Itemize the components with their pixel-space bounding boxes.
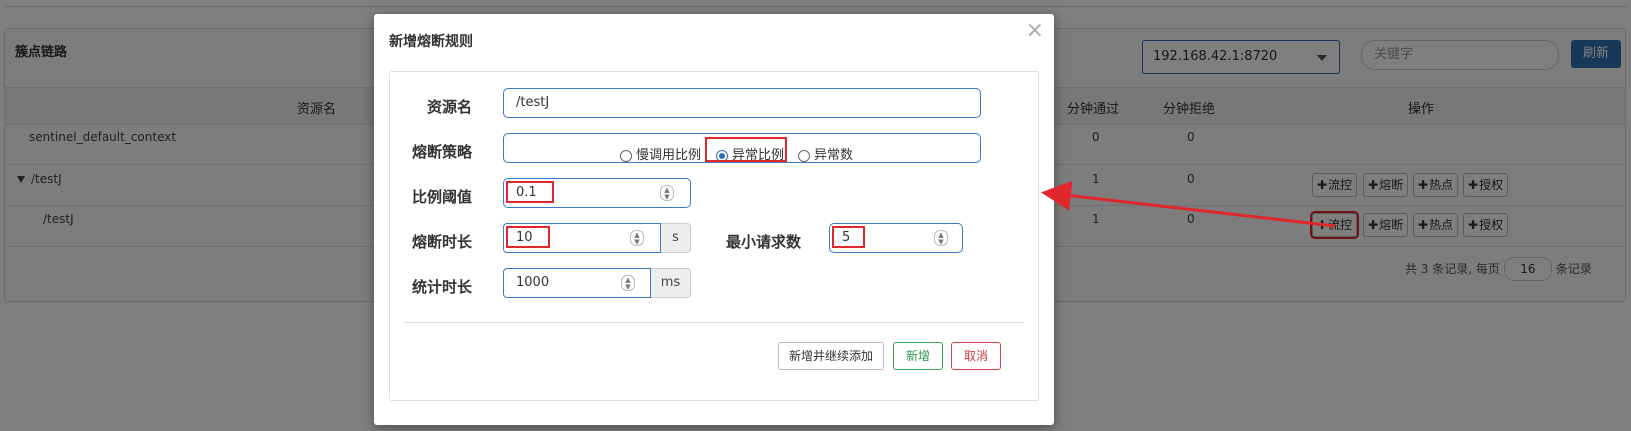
annotation-arrow [1041,180,1336,228]
arrow-line [1041,180,1336,228]
